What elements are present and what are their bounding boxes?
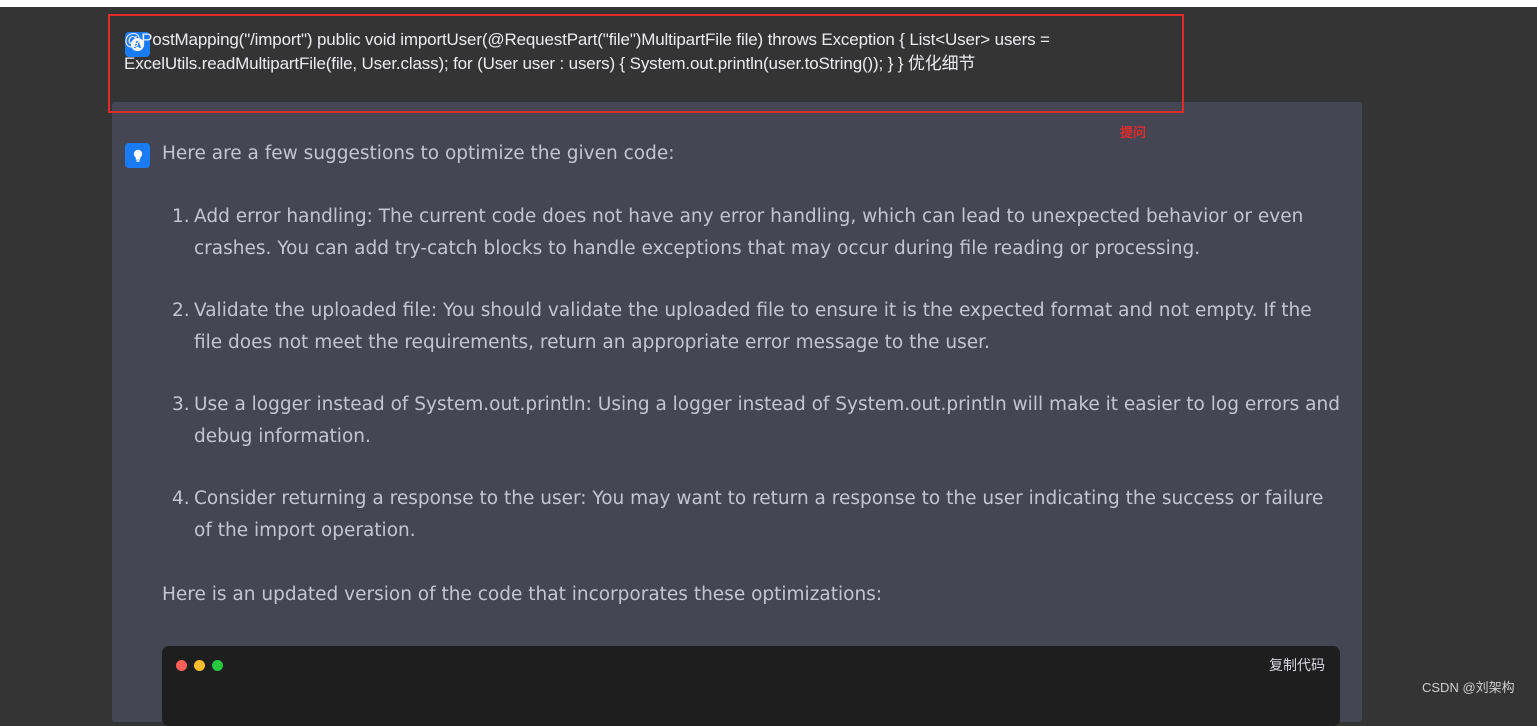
suggestion-list: 1. Add error handling: The current code … xyxy=(172,201,1342,577)
window-dot-green-icon xyxy=(212,660,223,671)
list-item-text: Validate the uploaded file: You should v… xyxy=(194,300,1312,353)
question-annotation: 提问 xyxy=(1120,126,1147,141)
bulb-icon xyxy=(125,143,150,168)
code-block: 复制代码 xyxy=(162,646,1340,726)
list-item-text: Add error handling: The current code doe… xyxy=(194,206,1304,259)
answer-intro: Here are a few suggestions to optimize t… xyxy=(162,143,675,164)
list-item: 3. Use a logger instead of System.out.pr… xyxy=(172,389,1342,453)
list-item: 1. Add error handling: The current code … xyxy=(172,201,1342,265)
list-item: 4. Consider returning a response to the … xyxy=(172,483,1342,547)
list-item: 2. Validate the uploaded file: You shoul… xyxy=(172,295,1342,359)
list-item-number: 2. xyxy=(172,300,190,321)
list-item-text: Use a logger instead of System.out.print… xyxy=(194,394,1340,447)
answer-outro: Here is an updated version of the code t… xyxy=(162,584,883,605)
copy-code-button[interactable]: 复制代码 xyxy=(1269,655,1325,675)
list-item-text: Consider returning a response to the use… xyxy=(194,488,1324,541)
list-item-number: 4. xyxy=(172,488,190,509)
question-highlight-box xyxy=(108,14,1184,113)
list-item-number: 3. xyxy=(172,394,190,415)
window-dot-red-icon xyxy=(176,660,187,671)
list-item-number: 1. xyxy=(172,206,190,227)
watermark: CSDN @刘架构 xyxy=(1422,680,1515,695)
top-strip xyxy=(0,0,1537,7)
window-dot-yellow-icon xyxy=(194,660,205,671)
